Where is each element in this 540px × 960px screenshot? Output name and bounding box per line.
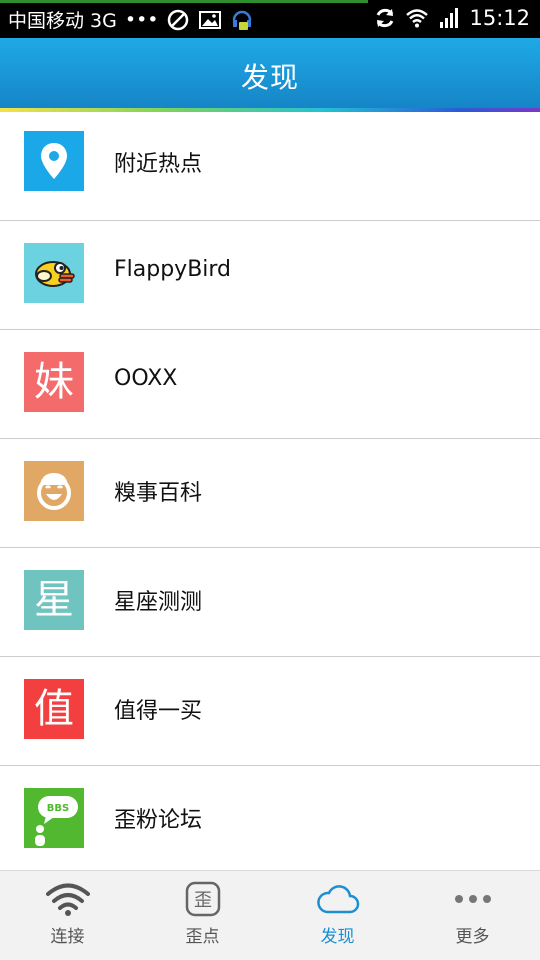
list-item-ooxx[interactable]: 妹 OOXX bbox=[0, 330, 540, 439]
xing-char-icon: 星 bbox=[24, 570, 84, 630]
status-left: 中国移动 3G ••• bbox=[8, 6, 254, 33]
list-item-label: 糗事百科 bbox=[114, 481, 203, 506]
wifi-signal-icon bbox=[406, 9, 429, 28]
sync-icon bbox=[377, 8, 394, 28]
discover-list: 附近热点 FlappyBird 妹 OOXX 糗事百科 星 星座测测 值 值得一… bbox=[0, 112, 540, 875]
list-item-label: 星座测测 bbox=[114, 590, 203, 615]
list-item-label: 值得一买 bbox=[114, 699, 203, 724]
tab-connect[interactable]: 连接 bbox=[0, 871, 135, 960]
list-item-fan-forum[interactable]: BBS 歪粉论坛 bbox=[0, 766, 540, 875]
page-title: 发现 bbox=[240, 61, 299, 94]
headset-app-icon bbox=[233, 10, 252, 30]
list-item-label: OOXX bbox=[114, 366, 178, 391]
status-progress-line bbox=[0, 0, 368, 3]
cell-signal-icon bbox=[440, 8, 459, 28]
more-dots-icon bbox=[451, 880, 495, 918]
mei-char-icon: 妹 bbox=[24, 352, 84, 412]
cloud-icon bbox=[316, 880, 360, 918]
location-pin-icon bbox=[24, 131, 84, 191]
wifi-icon bbox=[45, 880, 90, 918]
zhi-char-text: 值 bbox=[34, 686, 74, 732]
clock: 15:12 bbox=[469, 6, 530, 30]
list-item-nearby-hotspots[interactable]: 附近热点 bbox=[0, 112, 540, 221]
list-item-label: 歪粉论坛 bbox=[114, 808, 203, 833]
no-disturb-icon bbox=[168, 9, 189, 30]
wai-badge-text: 歪 bbox=[194, 890, 212, 911]
title-bar: 发现 bbox=[0, 38, 540, 112]
tab-label: 发现 bbox=[320, 927, 355, 947]
tab-label: 歪点 bbox=[185, 927, 220, 947]
list-item-constellation[interactable]: 星 星座测测 bbox=[0, 548, 540, 657]
list-item-label: 附近热点 bbox=[114, 152, 203, 177]
list-item-qiushibaike[interactable]: 糗事百科 bbox=[0, 439, 540, 548]
tab-label: 连接 bbox=[50, 927, 85, 947]
zhi-char-icon: 值 bbox=[24, 679, 84, 739]
tab-label: 更多 bbox=[455, 927, 490, 947]
list-item-label: FlappyBird bbox=[114, 257, 232, 282]
list-item-flappybird[interactable]: FlappyBird bbox=[0, 221, 540, 330]
bbs-bubble-icon: BBS bbox=[24, 788, 84, 848]
mei-char-text: 妹 bbox=[34, 359, 74, 405]
tab-waidian[interactable]: 歪 歪点 bbox=[135, 871, 270, 960]
tab-more[interactable]: 更多 bbox=[405, 871, 540, 960]
list-item-worth-buying[interactable]: 值 值得一买 bbox=[0, 657, 540, 766]
wai-badge-icon: 歪 bbox=[181, 880, 225, 918]
carrier-text: 中国移动 3G bbox=[8, 10, 117, 32]
xing-char-text: 星 bbox=[34, 577, 74, 623]
bbs-text: BBS bbox=[47, 803, 69, 814]
status-bar: 中国移动 3G ••• 15:12 bbox=[0, 0, 540, 38]
notification-dots: ••• bbox=[124, 8, 159, 31]
bottom-nav: 连接 歪 歪点 发现 更多 bbox=[0, 870, 540, 960]
tab-discover[interactable]: 发现 bbox=[270, 871, 405, 960]
image-icon bbox=[199, 10, 222, 29]
flappy-bird-icon bbox=[24, 243, 84, 303]
laughing-face-icon bbox=[24, 461, 84, 521]
status-right: 15:12 bbox=[373, 6, 530, 30]
